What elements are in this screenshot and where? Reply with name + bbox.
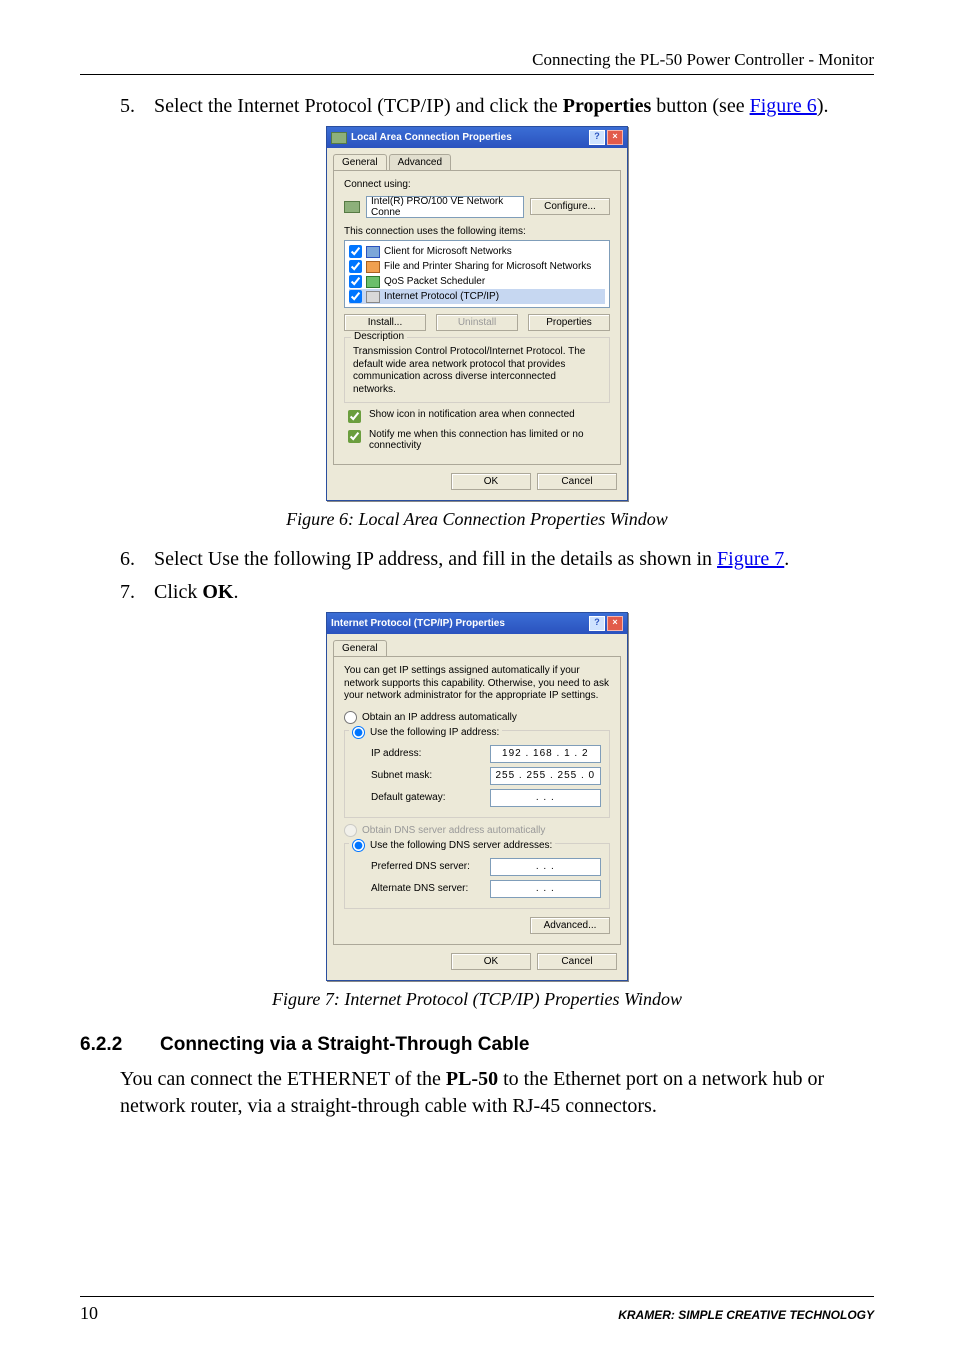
configure-button[interactable]: Configure... bbox=[530, 198, 610, 215]
uses-items-label: This connection uses the following items… bbox=[344, 226, 610, 239]
radio-label: Use the following IP address: bbox=[370, 727, 499, 738]
ip-address-label: IP address: bbox=[371, 748, 490, 759]
client-icon bbox=[366, 246, 380, 258]
advanced-button[interactable]: Advanced... bbox=[530, 917, 610, 934]
footer-brand: KRAMER: SIMPLE CREATIVE TECHNOLOGY bbox=[618, 1308, 874, 1322]
item-label: QoS Packet Scheduler bbox=[384, 276, 485, 287]
network-icon bbox=[366, 291, 380, 303]
radio-label: Obtain DNS server address automatically bbox=[362, 825, 545, 836]
section-title: Connecting via a Straight-Through Cable bbox=[160, 1034, 529, 1056]
properties-button[interactable]: Properties bbox=[528, 314, 610, 331]
text-bold: Properties bbox=[563, 95, 652, 117]
intro-text: You can get IP settings assigned automat… bbox=[344, 665, 610, 703]
obtain-dns-auto-radio bbox=[344, 824, 357, 837]
text: Click bbox=[154, 581, 202, 603]
text-bold: PL-50 bbox=[446, 1068, 498, 1090]
figure-7-link[interactable]: Figure 7 bbox=[717, 548, 784, 570]
tab-general[interactable]: General bbox=[333, 154, 387, 170]
step-5-text: Select the Internet Protocol (TCP/IP) an… bbox=[154, 93, 874, 120]
section-paragraph: You can connect the ETHERNET of the PL-5… bbox=[120, 1066, 874, 1120]
adapter-field: Intel(R) PRO/100 VE Network Conne bbox=[366, 196, 524, 218]
text: . bbox=[233, 581, 238, 603]
subnet-mask-field[interactable]: 255 . 255 . 255 . 0 bbox=[490, 767, 601, 785]
obtain-ip-auto-radio[interactable] bbox=[344, 711, 357, 724]
preferred-dns-label: Preferred DNS server: bbox=[371, 861, 490, 872]
radio-label: Use the following DNS server addresses: bbox=[370, 840, 552, 851]
list-item: File and Printer Sharing for Microsoft N… bbox=[349, 259, 605, 274]
uninstall-button: Uninstall bbox=[436, 314, 518, 331]
ip-address-field[interactable]: 192 . 168 . 1 . 2 bbox=[490, 745, 601, 763]
item-label: File and Printer Sharing for Microsoft N… bbox=[384, 261, 591, 272]
item-checkbox[interactable] bbox=[349, 290, 362, 303]
running-header: Connecting the PL-50 Power Controller - … bbox=[80, 50, 874, 75]
list-item: QoS Packet Scheduler bbox=[349, 274, 605, 289]
figure-6-link[interactable]: Figure 6 bbox=[750, 95, 817, 117]
text: button (see bbox=[651, 95, 749, 117]
alternate-dns-field[interactable]: . . . bbox=[490, 880, 601, 898]
description-text: Transmission Control Protocol/Internet P… bbox=[353, 346, 601, 396]
tab-general[interactable]: General bbox=[333, 640, 387, 656]
scheduler-icon bbox=[366, 276, 380, 288]
text-bold: OK bbox=[202, 581, 233, 603]
figure-6-caption: Figure 6: Local Area Connection Properti… bbox=[80, 509, 874, 530]
text: Select Use the following IP address, and… bbox=[154, 548, 717, 570]
items-listbox[interactable]: Client for Microsoft Networks File and P… bbox=[344, 240, 610, 308]
cancel-button[interactable]: Cancel bbox=[537, 473, 617, 490]
install-button[interactable]: Install... bbox=[344, 314, 426, 331]
default-gateway-label: Default gateway: bbox=[371, 792, 490, 803]
radio-label: Obtain an IP address automatically bbox=[362, 712, 517, 723]
list-item: Client for Microsoft Networks bbox=[349, 244, 605, 259]
list-item-selected: Internet Protocol (TCP/IP) bbox=[349, 289, 605, 304]
cancel-button[interactable]: Cancel bbox=[537, 953, 617, 970]
show-icon-label: Show icon in notification area when conn… bbox=[369, 409, 575, 420]
page-number: 10 bbox=[80, 1303, 98, 1324]
notify-label: Notify me when this connection has limit… bbox=[369, 429, 610, 451]
show-icon-checkbox[interactable] bbox=[348, 410, 361, 423]
subnet-mask-label: Subnet mask: bbox=[371, 770, 490, 781]
text: Select the Internet Protocol (TCP/IP) an… bbox=[154, 95, 563, 117]
preferred-dns-field[interactable]: . . . bbox=[490, 858, 601, 876]
dialog-title: Internet Protocol (TCP/IP) Properties bbox=[331, 618, 505, 629]
titlebar: Local Area Connection Properties ? × bbox=[327, 127, 627, 148]
dialog-title: Local Area Connection Properties bbox=[351, 132, 512, 143]
ok-button[interactable]: OK bbox=[451, 473, 531, 490]
step-6-text: Select Use the following IP address, and… bbox=[154, 546, 874, 573]
item-checkbox[interactable] bbox=[349, 275, 362, 288]
tcpip-properties-dialog: Internet Protocol (TCP/IP) Properties ? … bbox=[326, 612, 628, 981]
connect-using-label: Connect using: bbox=[344, 179, 610, 192]
item-label: Client for Microsoft Networks bbox=[384, 246, 512, 257]
notify-checkbox[interactable] bbox=[348, 430, 361, 443]
adapter-icon bbox=[344, 201, 360, 213]
text: ). bbox=[817, 95, 829, 117]
section-number: 6.2.2 bbox=[80, 1034, 160, 1056]
printer-icon bbox=[366, 261, 380, 273]
step-number: 5. bbox=[120, 93, 154, 120]
description-legend: Description bbox=[351, 331, 407, 342]
text: . bbox=[784, 548, 789, 570]
close-button[interactable]: × bbox=[607, 130, 623, 145]
step-7-text: Click OK. bbox=[154, 579, 874, 606]
ok-button[interactable]: OK bbox=[451, 953, 531, 970]
item-checkbox[interactable] bbox=[349, 245, 362, 258]
help-button[interactable]: ? bbox=[589, 616, 605, 631]
titlebar: Internet Protocol (TCP/IP) Properties ? … bbox=[327, 613, 627, 634]
text: You can connect the ETHERNET of the bbox=[120, 1068, 446, 1090]
use-following-ip-radio[interactable] bbox=[352, 726, 365, 739]
nic-icon bbox=[331, 132, 347, 144]
default-gateway-field[interactable]: . . . bbox=[490, 789, 601, 807]
use-following-dns-radio[interactable] bbox=[352, 839, 365, 852]
close-button[interactable]: × bbox=[607, 616, 623, 631]
item-checkbox[interactable] bbox=[349, 260, 362, 273]
tab-advanced[interactable]: Advanced bbox=[389, 154, 451, 170]
figure-7-caption: Figure 7: Internet Protocol (TCP/IP) Pro… bbox=[80, 989, 874, 1010]
help-button[interactable]: ? bbox=[589, 130, 605, 145]
local-area-connection-dialog: Local Area Connection Properties ? × Gen… bbox=[326, 126, 628, 501]
alternate-dns-label: Alternate DNS server: bbox=[371, 883, 490, 894]
step-number: 7. bbox=[120, 579, 154, 606]
description-group: Description Transmission Control Protoco… bbox=[344, 337, 610, 403]
step-number: 6. bbox=[120, 546, 154, 573]
item-label: Internet Protocol (TCP/IP) bbox=[384, 291, 499, 302]
